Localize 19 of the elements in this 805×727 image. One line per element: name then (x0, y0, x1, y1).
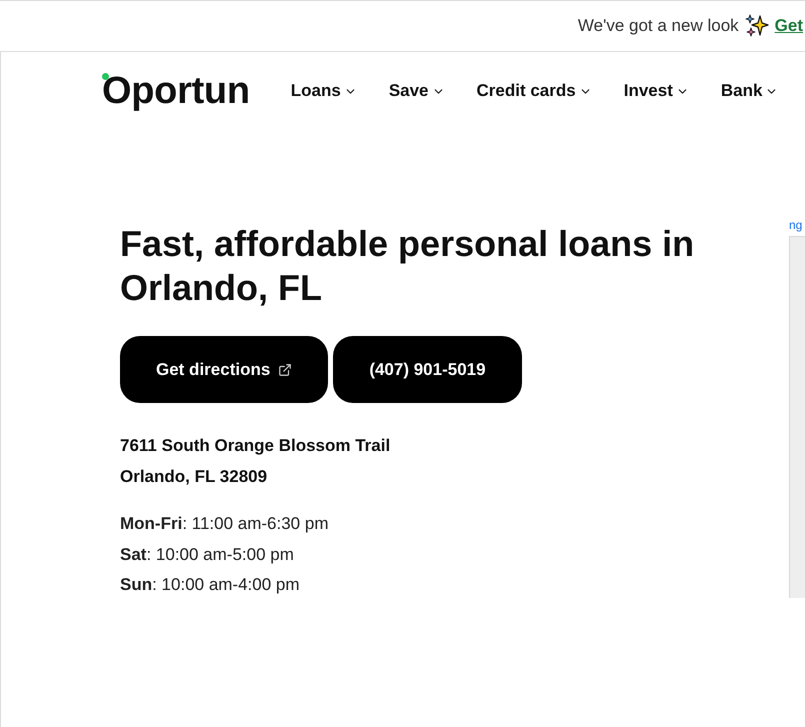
external-link-icon (278, 362, 292, 376)
map-link[interactable]: ng (789, 210, 805, 236)
phone-button[interactable]: (407) 901-5019 (333, 336, 522, 403)
sparkles-icon (744, 14, 769, 38)
opening-hours: Sat: 10:00 am-5:00 pm (120, 544, 294, 566)
address-line: 7611 South Orange Blossom Trail (120, 435, 390, 457)
nav-menu-item[interactable]: Bank (720, 78, 778, 104)
announcement-text: We've got a new look (578, 15, 739, 38)
nav-menu-item[interactable]: Save (388, 78, 445, 104)
nav-menu-item[interactable]: Credit cards (476, 78, 592, 104)
announcement-link[interactable]: Get (774, 13, 803, 39)
opening-hours: Sun: 10:00 am-4:00 pm (120, 574, 300, 596)
logo[interactable]: Oportun (102, 72, 250, 110)
nav-menu-item[interactable]: Loans (290, 78, 357, 104)
directions-button[interactable]: Get directions (120, 336, 328, 403)
page-title: Fast, affordable personal loans in Orlando, FL (120, 222, 696, 310)
nav-menu-item[interactable]: Invest (624, 78, 689, 104)
opening-hours: Mon-Fri: 11:00 am-6:30 pm (120, 513, 328, 535)
address-line: Orlando, FL 32809 (120, 466, 268, 488)
